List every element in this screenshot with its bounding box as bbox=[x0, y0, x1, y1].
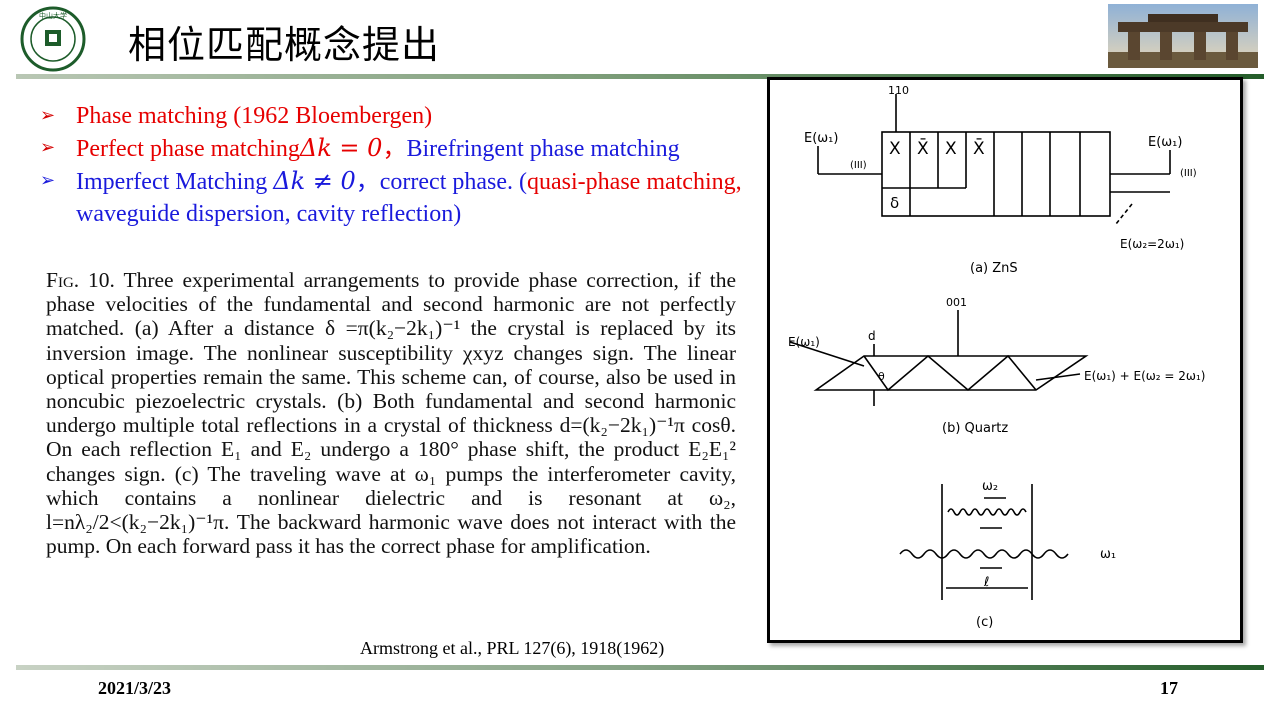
label-input-field: E(ω₁) bbox=[788, 335, 820, 349]
label-input-field: E(ω₁) bbox=[804, 131, 838, 146]
label-shg-field: E(ω₂=2ω₁) bbox=[1120, 237, 1184, 251]
caption-c: (c) bbox=[976, 615, 993, 630]
bullet-text: waveguide dispersion, cavity reflection) bbox=[76, 201, 462, 227]
slide-title: 相位匹配概念提出 bbox=[128, 23, 441, 67]
caption-a: (a) ZnS bbox=[970, 261, 1018, 276]
label-110: 110 bbox=[888, 84, 909, 97]
slide-date: 2021/3/23 bbox=[98, 678, 172, 698]
arrow-bullet-icon: ➢ bbox=[40, 170, 56, 191]
bullet-list: ➢ Phase matching (1962 Bloembergen) ➢ Pe… bbox=[40, 100, 760, 230]
bullet-item: ➢ Phase matching (1962 Bloembergen) bbox=[40, 100, 760, 132]
label-theta: θ bbox=[878, 370, 885, 383]
crystal-cell-label: X bbox=[889, 139, 901, 159]
label-omega-1: ω₁ bbox=[1100, 547, 1116, 562]
label-output-field: E(ω₁) + E(ω₂ = 2ω₁) bbox=[1084, 369, 1205, 383]
figure-caption: Fig. 10. Three experimental arrangements… bbox=[46, 268, 736, 558]
arrow-bullet-icon: ➢ bbox=[40, 105, 56, 126]
bullet-separator: ， bbox=[382, 136, 407, 162]
university-logo: 中山大学 bbox=[20, 6, 86, 72]
figure-panel: 110 E(ω₁) (III) E(ω₁) (III) X X̄ X X̄ δ … bbox=[767, 77, 1243, 643]
label-delta: δ bbox=[890, 194, 899, 212]
bullet-text: correct phase. ( bbox=[379, 169, 528, 195]
campus-gate-photo bbox=[1108, 4, 1258, 68]
label-direction-in: (III) bbox=[850, 160, 867, 171]
figure-label: Fig. 10. bbox=[46, 268, 115, 292]
arrow-bullet-icon: ➢ bbox=[40, 137, 56, 158]
bullet-text: Birefringent phase matching bbox=[406, 136, 680, 162]
bullet-math: Δk ≠ 0 bbox=[273, 167, 356, 195]
label-d: d bbox=[868, 329, 876, 343]
bullet-item: ➢ Imperfect Matching Δk ≠ 0，correct phas… bbox=[40, 165, 760, 230]
label-output-field: E(ω₁) bbox=[1148, 135, 1182, 150]
bullet-item: ➢ Perfect phase matchingΔk = 0，Birefring… bbox=[40, 132, 760, 165]
svg-text:中山大学: 中山大学 bbox=[39, 11, 67, 20]
bullet-text: Phase matching (1962 Bloembergen) bbox=[76, 103, 433, 129]
crystal-cell-label: X bbox=[945, 139, 957, 159]
label-length: ℓ bbox=[983, 575, 989, 590]
caption-b: (b) Quartz bbox=[942, 421, 1008, 436]
phase-correction-diagrams: 110 E(ω₁) (III) E(ω₁) (III) X X̄ X X̄ δ … bbox=[788, 84, 1205, 630]
caption-text: Three experimental arrangements to provi… bbox=[46, 268, 736, 559]
bullet-text: quasi-phase matching bbox=[527, 169, 736, 195]
citation: Armstrong et al., PRL 127(6), 1918(1962) bbox=[360, 638, 665, 658]
label-001: 001 bbox=[946, 296, 967, 309]
crystal-cell-label: X̄ bbox=[973, 137, 985, 159]
bullet-separator: , bbox=[735, 169, 742, 195]
bullet-math: Δk = 0 bbox=[299, 134, 383, 162]
crystal-cell-label: X̄ bbox=[917, 137, 929, 159]
footer-divider bbox=[16, 665, 1264, 670]
label-omega-2: ω₂ bbox=[982, 479, 998, 494]
bullet-text: Imperfect Matching bbox=[76, 169, 274, 195]
label-direction-out: (III) bbox=[1180, 168, 1197, 179]
bullet-separator: ， bbox=[355, 169, 380, 195]
bullet-text: Perfect phase matching bbox=[76, 136, 300, 162]
page-number: 17 bbox=[1160, 678, 1178, 698]
